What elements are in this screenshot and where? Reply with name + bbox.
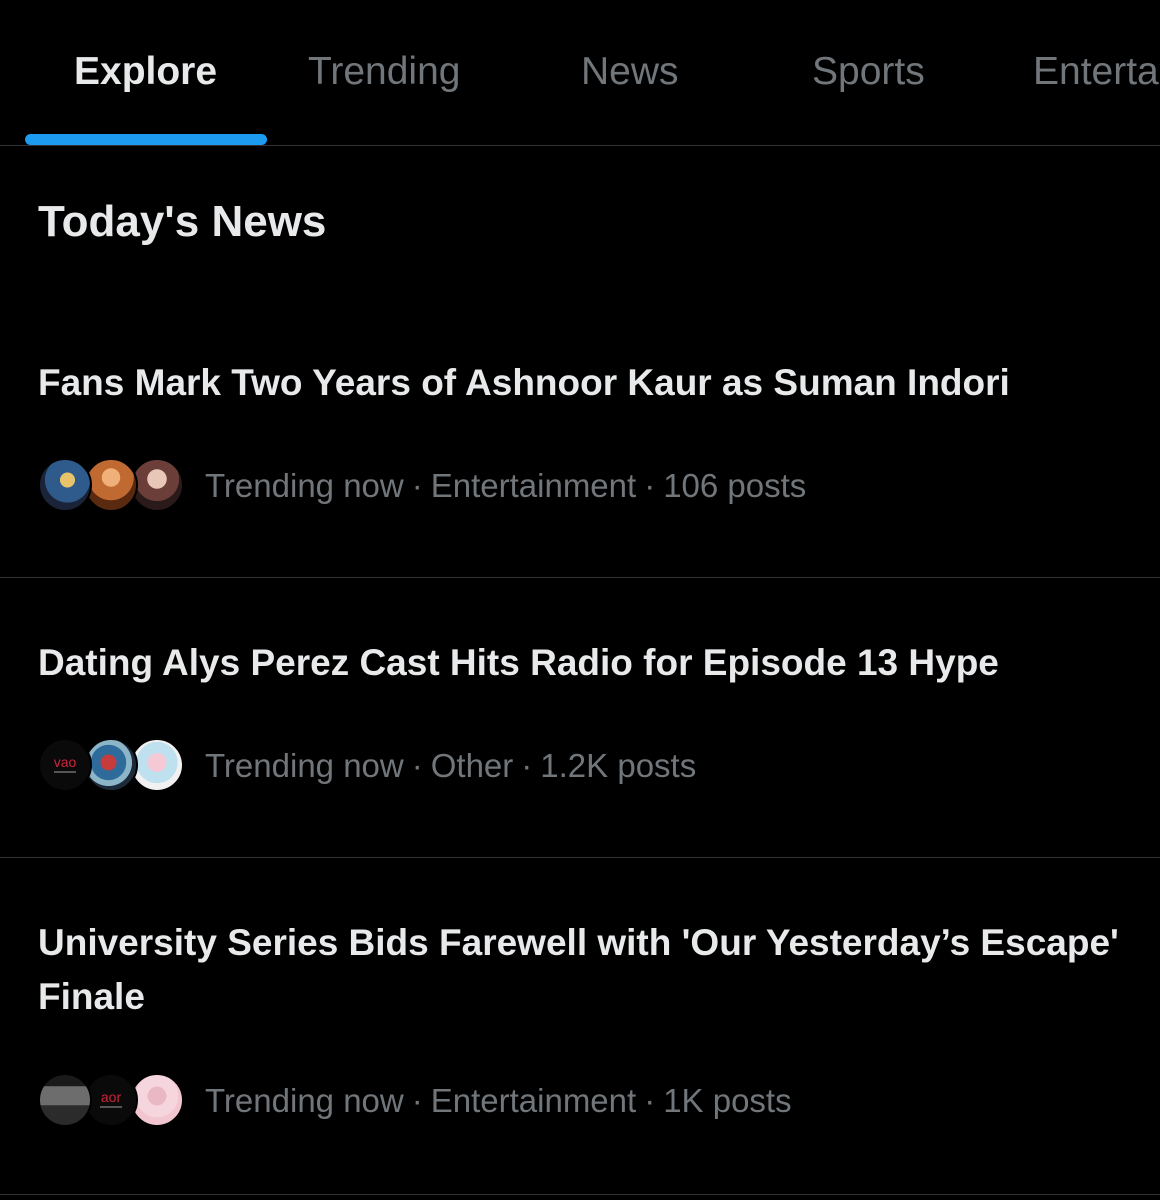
active-tab-indicator [25,134,267,145]
news-meta: aor Trending now · Entertainment · 1K posts [38,1071,792,1131]
news-item[interactable]: University Series Bids Farewell with 'Ou… [0,858,1160,1195]
news-headline: Fans Mark Two Years of Ashnoor Kaur as S… [38,362,1010,403]
section-title: Today's News [38,197,327,246]
news-item[interactable]: Fans Mark Two Years of Ashnoor Kaur as S… [0,300,1160,578]
avatar-photo-icon [130,458,184,512]
tab-entertainment[interactable]: Entertainment [1033,50,1160,94]
news-meta: Trending now · Entertainment · 106 posts [38,456,806,516]
news-headline: Dating Alys Perez Cast Hits Radio for Ep… [38,642,999,683]
news-meta-text: Trending now · Entertainment · 106 posts [205,467,807,504]
tab-trending[interactable]: Trending [308,50,460,94]
avatar-group: aor [38,1071,188,1131]
agency-logo-icon: aor [84,1073,138,1127]
news-meta-text: Trending now · Other · 1.2K posts [205,747,697,784]
svg-text:aor: aor [101,1089,122,1105]
avatar-photo-icon [130,1073,184,1127]
post-count: 106 posts [663,467,807,504]
news-category: Entertainment [430,467,637,504]
avatar-group: vao [38,736,188,796]
agency-logo-icon: vao [54,754,77,773]
agency-logo-icon: aor [100,1089,122,1108]
avatar-photo-icon [38,458,92,512]
news-meta-text: Trending now · Entertainment · 1K posts [205,1082,792,1119]
trending-status: Trending now [205,747,404,784]
trending-status: Trending now [205,1082,404,1119]
avatar-photo-icon [84,458,138,512]
news-category: Entertainment [430,1082,637,1119]
news-item[interactable]: Dating Alys Perez Cast Hits Radio for Ep… [0,578,1160,858]
avatar-photo-icon [84,738,138,792]
news-headline: University Series Bids Farewell with 'Ou… [38,922,1119,1017]
avatar-group [38,456,188,516]
tab-explore[interactable]: Explore [74,50,217,94]
trending-status: Trending now [205,467,404,504]
avatar-photo-icon [130,738,184,792]
news-category: Other [430,747,514,784]
svg-text:vao: vao [54,754,77,770]
news-meta: vao Trending now · Other · 1.2K posts [38,736,696,796]
tab-news[interactable]: News [581,50,679,94]
post-count: 1.2K posts [540,747,697,784]
tab-sports[interactable]: Sports [812,50,925,94]
explore-tab-bar: Explore Trending News Sports Entertainme… [0,0,1160,146]
poster-thumbnail-icon [38,1073,92,1127]
agency-logo-icon: vao [38,738,92,792]
post-count: 1K posts [663,1082,792,1119]
